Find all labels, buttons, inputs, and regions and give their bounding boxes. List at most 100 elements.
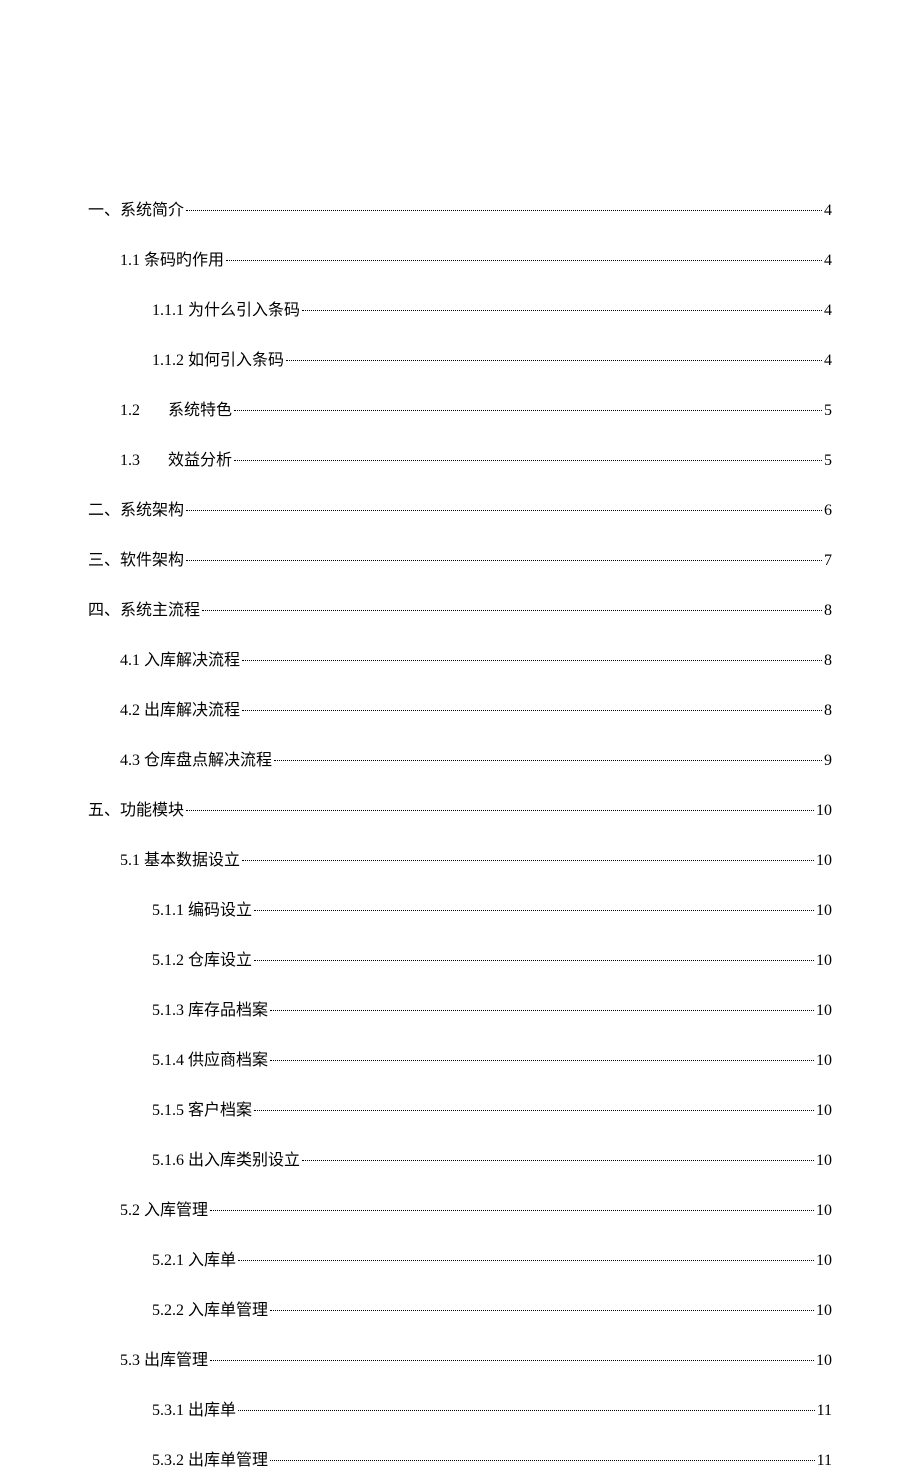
toc-title: 为什么引入条码	[188, 302, 300, 319]
toc-number: 5.1.2	[152, 952, 184, 969]
toc-page-number: 9	[824, 752, 832, 770]
toc-leader-dots	[186, 810, 814, 811]
toc-number: 四、	[88, 602, 120, 619]
toc-number: 5.2	[120, 1202, 140, 1219]
toc-leader-dots	[234, 410, 822, 411]
toc-label: 5.2.2 入库单管理	[152, 1296, 268, 1320]
toc-label: 5.1.4 供应商档案	[152, 1046, 268, 1070]
toc-title: 编码设立	[188, 902, 252, 919]
toc-title: 仓库设立	[188, 952, 252, 969]
toc-label: 1.1 条码旳作用	[120, 246, 224, 270]
toc-number: 5.1.1	[152, 902, 184, 919]
toc-entry[interactable]: 5.2 入库管理 10	[88, 1196, 832, 1220]
toc-label: 5.2.1 入库单	[152, 1246, 236, 1270]
toc-label: 5.3.1 出库单	[152, 1396, 236, 1420]
toc-entry[interactable]: 一、系统简介 4	[88, 196, 832, 220]
toc-leader-dots	[270, 1010, 814, 1011]
toc-entry[interactable]: 5.1.3 库存品档案 10	[88, 996, 832, 1020]
toc-title: 系统架构	[120, 502, 184, 519]
toc-entry[interactable]: 5.1 基本数据设立 10	[88, 846, 832, 870]
toc-title: 客户档案	[188, 1102, 252, 1119]
toc-title: 入库解决流程	[144, 652, 240, 669]
toc-entry[interactable]: 四、系统主流程 8	[88, 596, 832, 620]
toc-title: 功能模块	[120, 802, 184, 819]
toc-entry[interactable]: 4.3 仓库盘点解决流程 9	[88, 746, 832, 770]
toc-page-number: 11	[817, 1452, 832, 1470]
toc-title: 基本数据设立	[144, 852, 240, 869]
toc-entry[interactable]: 1.3效益分析 5	[88, 446, 832, 470]
toc-number: 5.2.2	[152, 1302, 184, 1319]
toc-leader-dots	[210, 1210, 814, 1211]
toc-entry[interactable]: 1.2系统特色 5	[88, 396, 832, 420]
toc-number: 1.1	[120, 252, 140, 269]
toc-number: 5.1	[120, 852, 140, 869]
toc-entry[interactable]: 4.1 入库解决流程 8	[88, 646, 832, 670]
toc-number: 5.3.1	[152, 1402, 184, 1419]
toc-label: 5.1.6 出入库类别设立	[152, 1146, 300, 1170]
toc-number: 5.1.5	[152, 1102, 184, 1119]
toc-title: 库存品档案	[188, 1002, 268, 1019]
toc-leader-dots	[242, 710, 822, 711]
table-of-contents: 一、系统简介 41.1 条码旳作用 41.1.1 为什么引入条码 41.1.2 …	[88, 196, 832, 1470]
toc-number: 5.3.2	[152, 1452, 184, 1469]
toc-label: 五、功能模块	[88, 796, 184, 820]
toc-label: 5.1 基本数据设立	[120, 846, 240, 870]
toc-page-number: 10	[816, 1102, 832, 1120]
toc-page-number: 10	[816, 1252, 832, 1270]
toc-number: 1.3	[120, 452, 140, 469]
toc-entry[interactable]: 5.2.2 入库单管理 10	[88, 1296, 832, 1320]
toc-number: 4.1	[120, 652, 140, 669]
toc-entry[interactable]: 五、功能模块 10	[88, 796, 832, 820]
toc-leader-dots	[254, 960, 814, 961]
toc-page-number: 10	[816, 952, 832, 970]
toc-entry[interactable]: 5.1.1 编码设立 10	[88, 896, 832, 920]
toc-entry[interactable]: 5.1.5 客户档案 10	[88, 1096, 832, 1120]
toc-leader-dots	[270, 1310, 814, 1311]
toc-label: 5.3.2 出库单管理	[152, 1446, 268, 1470]
toc-number: 三、	[88, 552, 120, 569]
toc-title: 出库解决流程	[144, 702, 240, 719]
toc-entry[interactable]: 4.2 出库解决流程 8	[88, 696, 832, 720]
toc-label: 一、系统简介	[88, 196, 184, 220]
toc-entry[interactable]: 5.3.1 出库单 11	[88, 1396, 832, 1420]
toc-entry[interactable]: 5.2.1 入库单 10	[88, 1246, 832, 1270]
toc-entry[interactable]: 5.3.2 出库单管理 11	[88, 1446, 832, 1470]
toc-page-number: 10	[816, 802, 832, 820]
toc-entry[interactable]: 1.1.1 为什么引入条码 4	[88, 296, 832, 320]
toc-page-number: 10	[816, 1052, 832, 1070]
toc-page-number: 10	[816, 1152, 832, 1170]
toc-label: 5.1.1 编码设立	[152, 896, 252, 920]
toc-title: 系统主流程	[120, 602, 200, 619]
toc-page-number: 8	[824, 602, 832, 620]
toc-title: 仓库盘点解决流程	[144, 752, 272, 769]
toc-page-number: 4	[824, 252, 832, 270]
toc-entry[interactable]: 5.1.4 供应商档案 10	[88, 1046, 832, 1070]
toc-entry[interactable]: 5.1.6 出入库类别设立 10	[88, 1146, 832, 1170]
toc-leader-dots	[226, 260, 822, 261]
toc-leader-dots	[242, 860, 814, 861]
toc-leader-dots	[254, 910, 814, 911]
toc-page-number: 7	[824, 552, 832, 570]
toc-leader-dots	[270, 1460, 815, 1461]
toc-leader-dots	[186, 510, 822, 511]
toc-leader-dots	[202, 610, 822, 611]
toc-number: 5.1.6	[152, 1152, 184, 1169]
toc-leader-dots	[238, 1410, 815, 1411]
toc-entry[interactable]: 1.1.2 如何引入条码 4	[88, 346, 832, 370]
toc-page-number: 6	[824, 502, 832, 520]
toc-title: 出库管理	[144, 1352, 208, 1369]
toc-page-number: 10	[816, 902, 832, 920]
toc-label: 三、软件架构	[88, 546, 184, 570]
toc-title: 出库单	[188, 1402, 236, 1419]
toc-title: 供应商档案	[188, 1052, 268, 1069]
toc-entry[interactable]: 1.1 条码旳作用 4	[88, 246, 832, 270]
toc-leader-dots	[242, 660, 822, 661]
toc-entry[interactable]: 三、软件架构 7	[88, 546, 832, 570]
toc-label: 5.1.3 库存品档案	[152, 996, 268, 1020]
toc-number: 一、	[88, 202, 120, 219]
toc-entry[interactable]: 5.1.2 仓库设立 10	[88, 946, 832, 970]
toc-entry[interactable]: 5.3 出库管理 10	[88, 1346, 832, 1370]
toc-entry[interactable]: 二、系统架构 6	[88, 496, 832, 520]
toc-number: 二、	[88, 502, 120, 519]
toc-leader-dots	[274, 760, 822, 761]
